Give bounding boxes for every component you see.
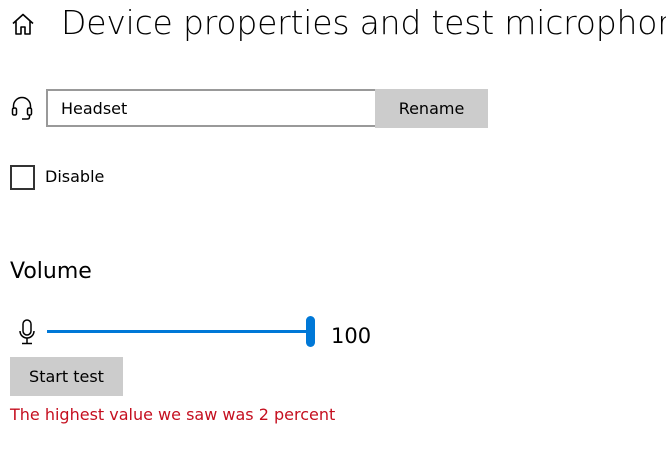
start-test-button[interactable]: Start test	[10, 357, 123, 396]
home-icon[interactable]	[10, 11, 36, 37]
volume-slider[interactable]	[47, 316, 315, 348]
disable-checkbox[interactable]	[10, 165, 35, 190]
volume-heading: Volume	[10, 259, 92, 284]
rename-button[interactable]: Rename	[375, 89, 488, 128]
slider-thumb[interactable]	[306, 316, 315, 347]
headset-icon	[11, 95, 33, 121]
test-result-message: The highest value we saw was 2 percent	[10, 405, 336, 424]
device-name-field[interactable]	[46, 89, 381, 127]
disable-label[interactable]: Disable	[45, 166, 104, 188]
slider-fill	[47, 330, 311, 333]
volume-value: 100	[331, 324, 372, 348]
microphone-icon	[17, 318, 37, 346]
page-title: Device properties and test microphone	[61, 3, 666, 42]
